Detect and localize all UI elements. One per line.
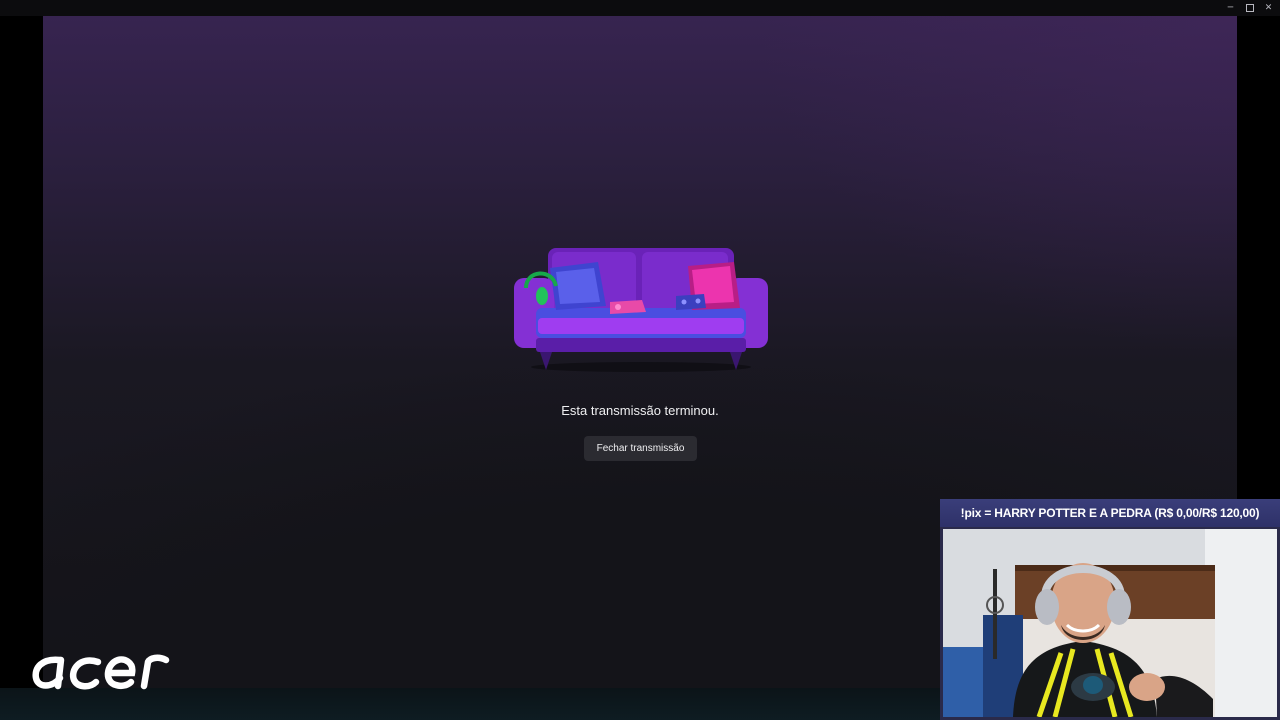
close-icon[interactable]: ✕	[1261, 0, 1276, 16]
donation-goal-banner: !pix = HARRY POTTER E A PEDRA (R$ 0,00/R…	[940, 499, 1280, 527]
window-controls: ─ ✕	[1223, 0, 1276, 16]
stream-ended-message: Esta transmissão terminou.	[561, 403, 719, 418]
couch-illustration	[514, 248, 768, 372]
close-stream-button[interactable]: Fechar transmissão	[584, 436, 697, 461]
acer-logo	[32, 654, 170, 690]
webcam-feed	[943, 529, 1277, 717]
minimize-icon[interactable]: ─	[1223, 0, 1238, 16]
maximize-icon[interactable]	[1242, 0, 1257, 16]
webcam-overlay: !pix = HARRY POTTER E A PEDRA (R$ 0,00/R…	[940, 499, 1280, 720]
window-titlebar: ─ ✕	[0, 0, 1280, 16]
